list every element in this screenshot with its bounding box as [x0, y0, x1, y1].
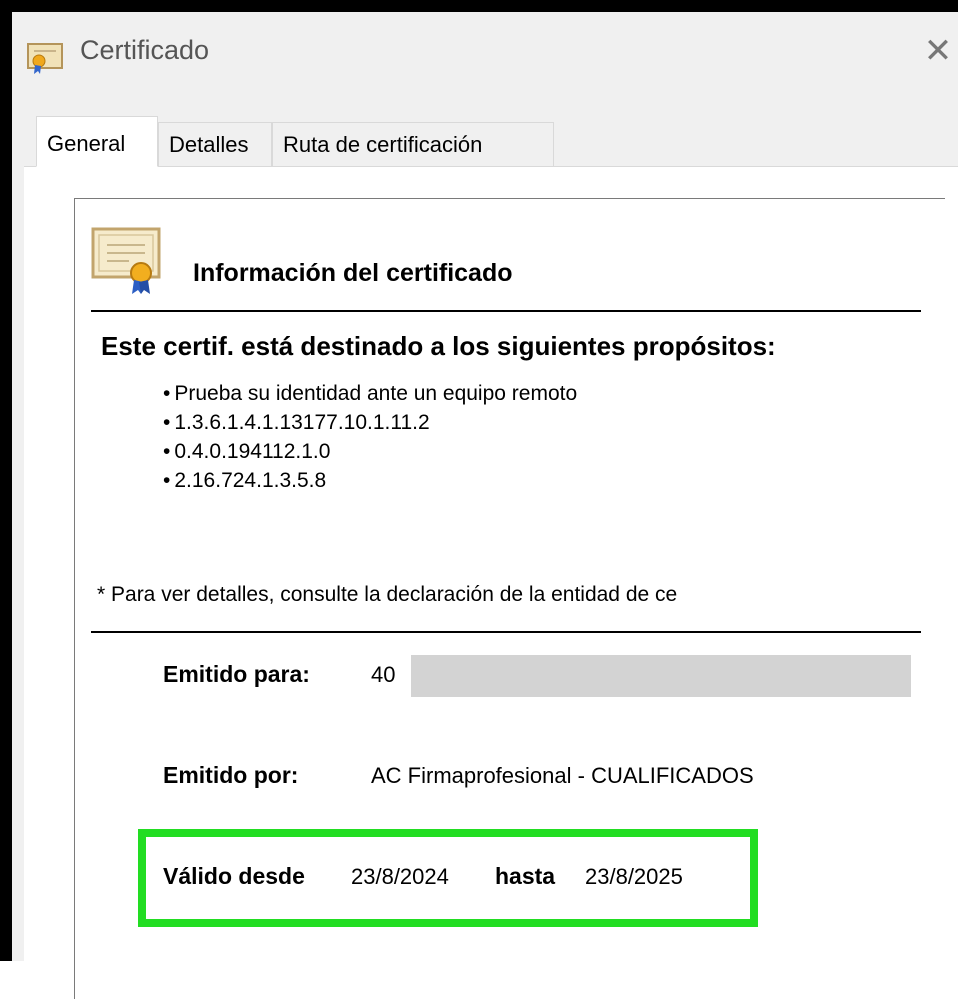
issued-to-label: Emitido para:	[163, 661, 310, 687]
window-title: Certificado	[80, 35, 210, 65]
purpose-list: Prueba su identidad ante un equipo remot…	[163, 379, 577, 495]
close-icon[interactable]: ✕	[918, 28, 958, 74]
tab-bar: General Detalles Ruta de certificación	[24, 116, 958, 167]
tab-ruta-de-certificacion[interactable]: Ruta de certificación	[272, 122, 554, 166]
info-title: Información del certificado	[193, 259, 513, 287]
purpose-item: 2.16.724.1.3.5.8	[163, 466, 577, 495]
divider	[91, 310, 921, 312]
valid-from-label: Válido desde	[163, 863, 305, 889]
divider	[91, 631, 921, 633]
certificate-info-panel: Información del certificado Este certif.…	[74, 198, 945, 999]
issued-by-value: AC Firmaprofesional - CUALIFICADOS	[371, 763, 754, 788]
tab-general[interactable]: General	[36, 116, 158, 167]
redaction-box	[411, 655, 911, 697]
tab-detalles[interactable]: Detalles	[158, 122, 272, 166]
tab-content: Información del certificado Este certif.…	[24, 166, 958, 999]
issued-to-value: 40	[371, 662, 396, 687]
purpose-item: 0.4.0.194112.1.0	[163, 437, 577, 466]
details-note: * Para ver detalles, consulte la declara…	[97, 583, 678, 606]
valid-to-label: hasta	[495, 863, 556, 889]
purpose-item: Prueba su identidad ante un equipo remot…	[163, 379, 577, 408]
purposes-heading: Este certif. está destinado a los siguie…	[101, 331, 776, 361]
certificate-icon	[27, 43, 63, 74]
purpose-item: 1.3.6.1.4.1.13177.10.1.11.2	[163, 408, 577, 437]
issued-by-label: Emitido por:	[163, 762, 299, 788]
certificate-window: Certificado ✕ General Detalles Ruta de c…	[0, 0, 958, 999]
title-bar[interactable]: Certificado ✕	[12, 12, 958, 88]
valid-from-value: 23/8/2024	[351, 864, 449, 889]
certificate-icon	[91, 227, 161, 294]
valid-to-value: 23/8/2025	[585, 864, 683, 889]
